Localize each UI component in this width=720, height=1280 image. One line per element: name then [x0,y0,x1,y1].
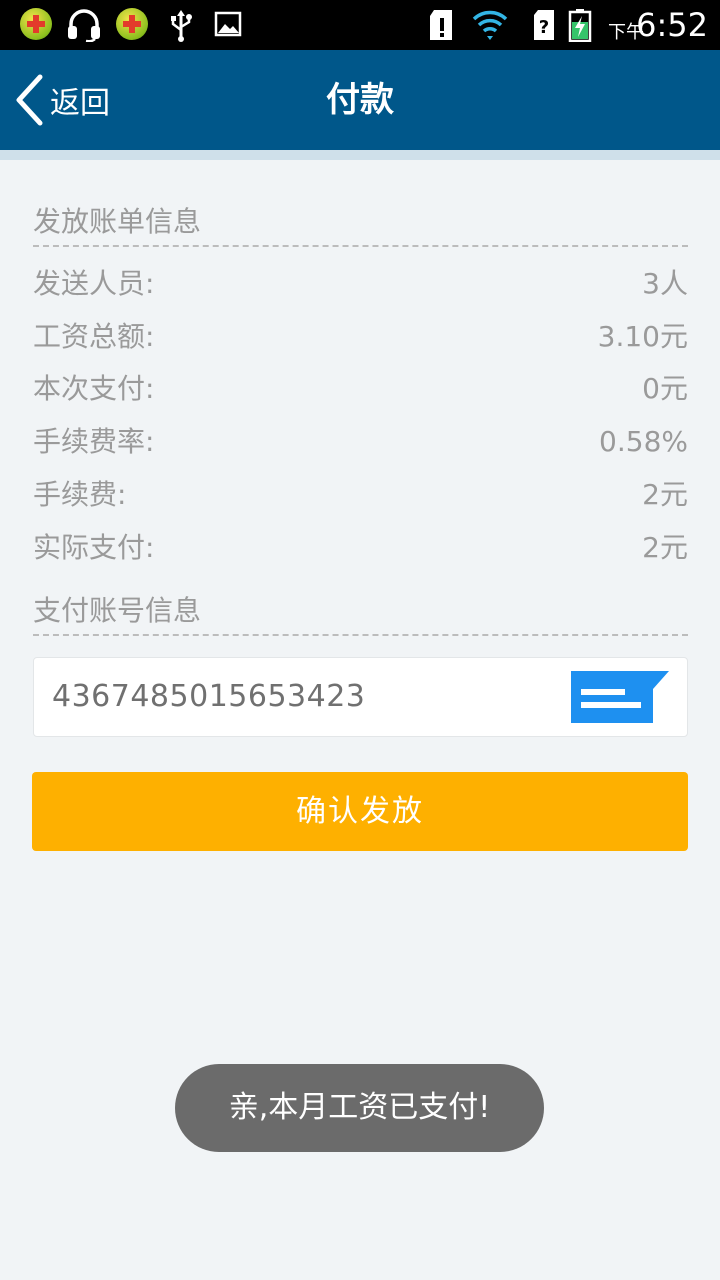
account-number: 4367485015653423 [52,679,366,714]
bank-card-icon[interactable] [571,671,669,723]
app-plus-icon [20,8,52,40]
page-title: 付款 [326,80,394,120]
divider [33,245,688,247]
usb-icon [171,10,192,42]
bill-row-recipients: 发送人员: 3人 [33,264,688,304]
nav-divider [0,150,720,160]
battery-charging-icon [568,9,592,42]
bill-section-title: 发放账单信息 [33,205,202,238]
confirm-payout-button[interactable]: 确认发放 [32,772,688,851]
no-sim-icon: ? [534,10,554,40]
headset-icon [68,9,100,42]
row-value: 2元 [642,478,688,511]
svg-text:?: ? [539,17,549,38]
status-bar: ? 下午 6:52 [0,0,720,50]
row-value: 3.10元 [597,320,688,353]
status-time: 6:52 [636,6,708,44]
divider [33,634,688,636]
toast-message: 亲,本月工资已支付! [175,1064,544,1152]
row-label: 工资总额: [33,320,155,353]
bill-row-current-payment: 本次支付: 0元 [33,369,688,409]
app-plus-icon [116,8,148,40]
account-field[interactable]: 4367485015653423 [33,657,688,737]
row-value: 2元 [642,531,688,564]
row-value: 0.58% [599,425,688,458]
bill-row-total-salary: 工资总额: 3.10元 [33,317,688,357]
account-section-title: 支付账号信息 [33,594,202,627]
bill-row-actual-payment: 实际支付: 2元 [33,528,688,568]
bill-row-fee-rate: 手续费率: 0.58% [33,422,688,462]
row-value: 3人 [642,267,688,300]
sd-card-alert-icon [430,10,452,40]
row-value: 0元 [642,372,688,405]
row-label: 手续费: [33,478,127,511]
bill-row-fee: 手续费: 2元 [33,475,688,515]
row-label: 实际支付: [33,531,155,564]
image-icon [214,11,242,37]
row-label: 本次支付: [33,372,155,405]
row-label: 手续费率: [33,425,155,458]
nav-bar: 返回 付款 [0,50,720,150]
row-label: 发送人员: [33,267,155,300]
wifi-icon [472,10,508,40]
